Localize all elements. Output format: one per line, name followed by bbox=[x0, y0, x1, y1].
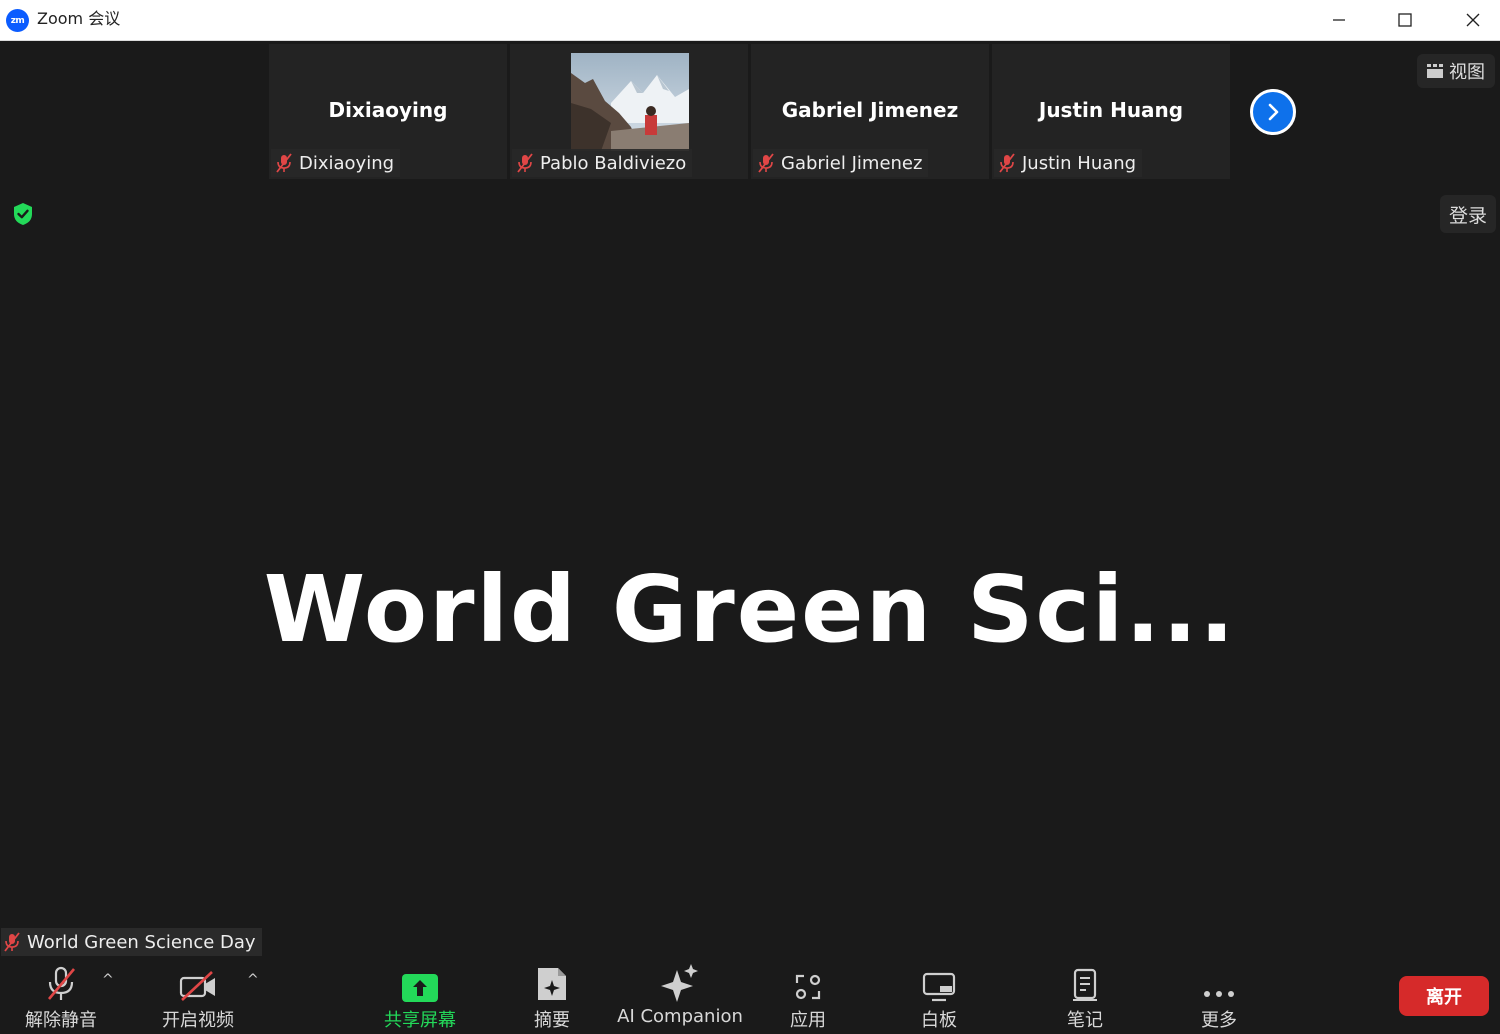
view-button-label: 视图 bbox=[1449, 62, 1485, 83]
unmute-label: 解除静音 bbox=[25, 1010, 97, 1031]
share-screen-button[interactable]: 共享屏幕 bbox=[381, 962, 459, 1032]
close-button[interactable] bbox=[1440, 0, 1500, 40]
whiteboard-button[interactable]: 白板 bbox=[915, 962, 963, 1032]
apps-label: 应用 bbox=[790, 1010, 826, 1031]
participant-tile[interactable]: Justin Huang Justin Huang bbox=[992, 44, 1230, 179]
participant-name-label: Justin Huang bbox=[994, 149, 1143, 177]
leave-meeting-button[interactable]: 离开 bbox=[1399, 976, 1489, 1016]
participant-tile[interactable]: Pablo Baldiviezo bbox=[510, 44, 748, 179]
participant-display-name: Justin Huang bbox=[1038, 98, 1184, 122]
video-off-icon bbox=[179, 971, 215, 1001]
mic-muted-icon bbox=[516, 153, 534, 173]
active-speaker-name: World Green Sci... bbox=[263, 556, 1237, 663]
minimize-button[interactable] bbox=[1306, 0, 1372, 40]
whiteboard-icon bbox=[922, 972, 956, 1002]
apps-button[interactable]: 应用 bbox=[784, 962, 832, 1032]
meeting-stage: Dixiaoying Dixiaoying Pablo Baldiviezo G… bbox=[1, 42, 1499, 956]
audio-options-caret[interactable]: ^ bbox=[102, 972, 114, 988]
start-video-label: 开启视频 bbox=[162, 1010, 234, 1031]
participant-display-name: Dixiaoying bbox=[328, 98, 448, 122]
chevron-right-icon bbox=[1268, 103, 1279, 121]
minimize-icon bbox=[1333, 19, 1345, 21]
view-button[interactable]: 视图 bbox=[1417, 54, 1495, 88]
start-video-button[interactable]: 开启视频 bbox=[159, 962, 237, 1032]
grid-view-icon bbox=[1427, 64, 1443, 78]
participant-label-text: Justin Huang bbox=[1022, 152, 1137, 174]
participant-tile[interactable]: Dixiaoying Dixiaoying bbox=[269, 44, 507, 179]
ai-sparkle-icon bbox=[661, 964, 698, 1002]
more-button[interactable]: 更多 bbox=[1195, 962, 1243, 1032]
active-speaker-label-text: World Green Science Day bbox=[27, 931, 256, 953]
notes-button[interactable]: 笔记 bbox=[1061, 962, 1109, 1032]
participant-label-text: Dixiaoying bbox=[299, 152, 395, 174]
participant-photo bbox=[571, 53, 689, 151]
notes-label: 笔记 bbox=[1067, 1010, 1103, 1031]
close-icon bbox=[1466, 13, 1480, 27]
summary-icon bbox=[538, 968, 566, 1000]
more-dots-icon bbox=[1204, 991, 1234, 997]
active-speaker-label: World Green Science Day bbox=[1, 928, 262, 956]
participant-name-label: Gabriel Jimenez bbox=[753, 149, 929, 177]
ai-companion-button[interactable]: AI Companion bbox=[617, 962, 743, 1027]
mic-muted-icon bbox=[998, 153, 1016, 173]
video-options-caret[interactable]: ^ bbox=[247, 972, 259, 988]
login-button[interactable]: 登录 bbox=[1440, 195, 1496, 233]
participant-display-name: Gabriel Jimenez bbox=[781, 98, 959, 122]
notes-icon bbox=[1073, 968, 1097, 1001]
apps-icon bbox=[795, 974, 821, 1000]
participant-label-text: Pablo Baldiviezo bbox=[540, 152, 687, 174]
maximize-button[interactable] bbox=[1372, 0, 1438, 40]
mic-muted-icon bbox=[48, 966, 75, 1000]
participant-name-label: Dixiaoying bbox=[271, 149, 401, 177]
participant-tile[interactable]: Gabriel Jimenez Gabriel Jimenez bbox=[751, 44, 989, 179]
unmute-button[interactable]: 解除静音 bbox=[22, 962, 100, 1032]
summary-label: 摘要 bbox=[534, 1010, 570, 1031]
participant-label-text: Gabriel Jimenez bbox=[781, 152, 923, 174]
zoom-logo-icon: zm bbox=[6, 9, 29, 32]
maximize-icon bbox=[1398, 13, 1412, 27]
share-screen-label: 共享屏幕 bbox=[384, 1010, 456, 1031]
title-bar: zm Zoom 会议 bbox=[0, 0, 1500, 41]
summary-button[interactable]: 摘要 bbox=[528, 962, 576, 1032]
participant-name-label: Pablo Baldiviezo bbox=[512, 149, 693, 177]
ai-companion-label: AI Companion bbox=[617, 1006, 743, 1027]
mic-muted-icon bbox=[275, 153, 293, 173]
meeting-toolbar: 解除静音 ^ 开启视频 ^ 共享屏幕 摘要 AI Companion 应用 白板… bbox=[0, 956, 1500, 1034]
whiteboard-label: 白板 bbox=[921, 1010, 957, 1031]
share-screen-icon bbox=[402, 974, 438, 1002]
mic-muted-icon bbox=[3, 932, 21, 952]
encryption-shield-icon[interactable] bbox=[12, 202, 34, 230]
more-label: 更多 bbox=[1201, 1010, 1237, 1031]
window-title: Zoom 会议 bbox=[37, 9, 121, 28]
next-participants-button[interactable] bbox=[1250, 89, 1296, 135]
mic-muted-icon bbox=[757, 153, 775, 173]
